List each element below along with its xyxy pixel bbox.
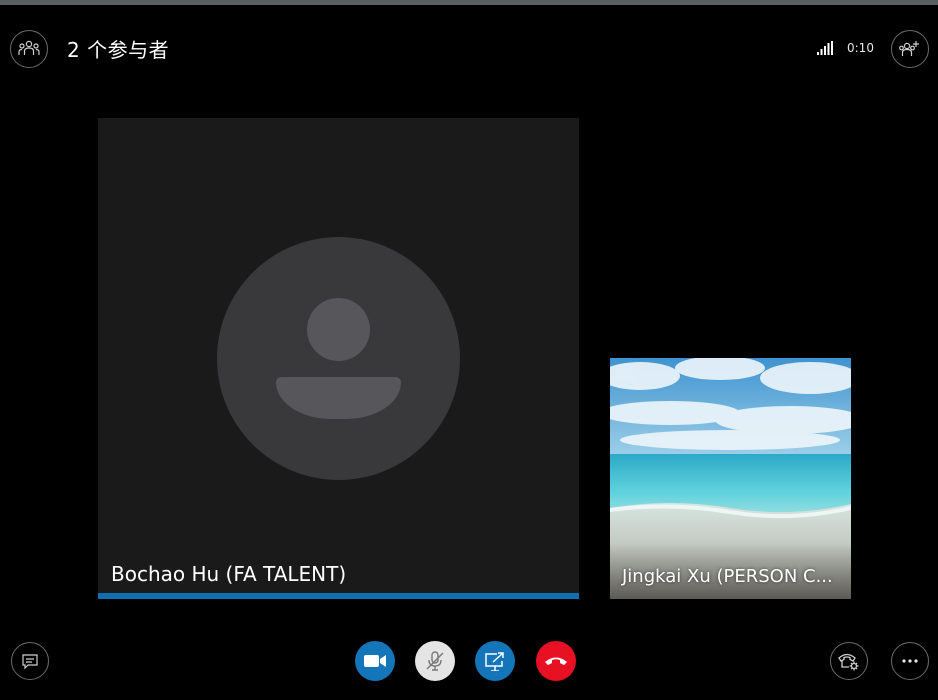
more-options-button[interactable] <box>891 642 929 680</box>
people-group-icon <box>18 40 40 55</box>
hang-up-icon <box>545 657 567 665</box>
main-participant-tile[interactable]: Bochao Hu (FA TALENT) <box>98 118 579 599</box>
microphone-muted-icon <box>426 651 444 671</box>
video-button[interactable] <box>355 641 395 681</box>
add-people-button[interactable] <box>891 30 929 68</box>
chat-button[interactable] <box>11 642 49 680</box>
share-screen-button[interactable] <box>475 641 515 681</box>
secondary-participant-video[interactable]: Jingkai Xu (PERSON C... <box>610 358 851 599</box>
active-speaker-indicator <box>98 593 579 599</box>
hang-up-button[interactable] <box>536 641 576 681</box>
add-people-icon <box>899 41 919 56</box>
chat-icon <box>22 654 38 670</box>
call-timer: 0:10 <box>847 41 874 55</box>
avatar-head <box>307 298 370 361</box>
main-participant-name: Bochao Hu (FA TALENT) <box>111 562 347 586</box>
secondary-participant-name: Jingkai Xu (PERSON C... <box>622 566 833 587</box>
call-settings-icon <box>838 653 859 671</box>
participant-count-title: 2 个参与者 <box>67 38 170 62</box>
video-camera-icon <box>364 655 386 667</box>
more-options-icon <box>902 659 918 663</box>
default-avatar <box>217 237 460 480</box>
avatar-body <box>276 377 401 419</box>
call-settings-button[interactable] <box>830 642 868 680</box>
window-top-border <box>0 0 938 5</box>
mute-button[interactable] <box>415 641 455 681</box>
participants-button[interactable] <box>10 30 48 68</box>
share-screen-icon <box>485 652 504 671</box>
beach-video-frame <box>610 358 851 599</box>
signal-strength-icon <box>817 41 833 55</box>
